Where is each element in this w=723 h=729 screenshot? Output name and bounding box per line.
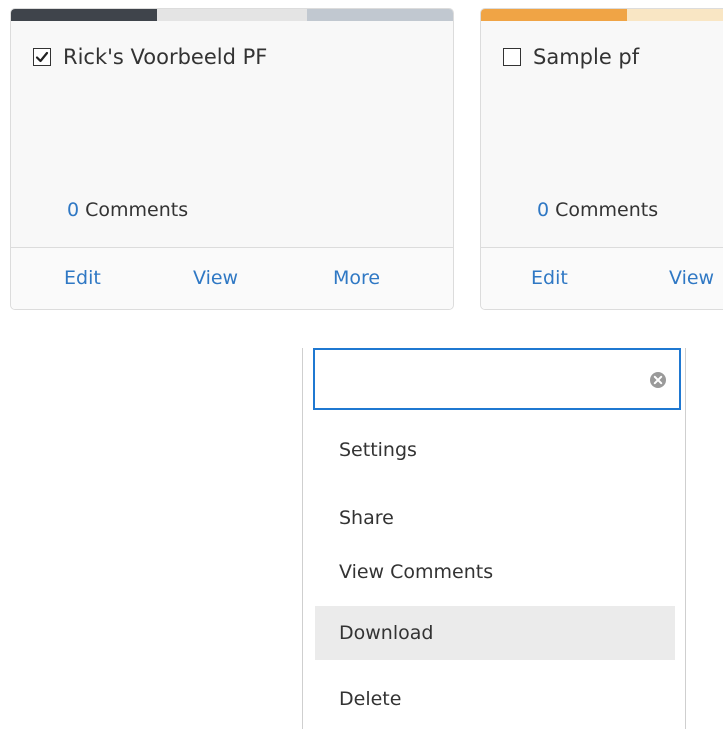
card-title-row: Rick's Voorbeeld PF	[33, 45, 267, 69]
menu-item-settings[interactable]: Settings	[315, 423, 675, 477]
comment-label: Comments	[549, 199, 659, 221]
menu-item-delete[interactable]: Delete	[315, 672, 675, 726]
color-bar-segment	[307, 9, 453, 21]
comment-label: Comments	[79, 199, 189, 221]
card-color-bar	[481, 9, 723, 21]
more-actions-menu: Settings Share View Comments Download De…	[302, 348, 686, 729]
color-bar-segment	[627, 9, 723, 21]
check-icon	[35, 51, 49, 63]
select-checkbox[interactable]	[503, 48, 521, 66]
card-footer: Edit View	[481, 247, 723, 309]
portfolio-card: Sample pf 0 Comments Edit View	[480, 8, 723, 310]
color-bar-segment	[11, 9, 157, 21]
card-title-row: Sample pf	[503, 45, 639, 69]
comment-count: 0	[67, 199, 80, 221]
portfolio-card: Rick's Voorbeeld PF 0 Comments Edit View…	[10, 8, 454, 310]
card-title: Rick's Voorbeeld PF	[63, 45, 268, 69]
menu-search-input[interactable]	[323, 358, 637, 402]
comments-link[interactable]: 0 Comments	[67, 199, 188, 221]
card-footer: Edit View More	[11, 247, 453, 309]
card-color-bar	[11, 9, 453, 21]
more-button[interactable]: More	[333, 267, 380, 289]
edit-button[interactable]: Edit	[531, 267, 568, 289]
color-bar-segment	[157, 9, 307, 21]
view-button[interactable]: View	[193, 267, 238, 289]
color-bar-segment	[481, 9, 627, 21]
view-button[interactable]: View	[669, 267, 714, 289]
menu-item-view-comments[interactable]: View Comments	[315, 545, 675, 599]
edit-button[interactable]: Edit	[64, 267, 101, 289]
comment-count: 0	[537, 199, 550, 221]
menu-search-box	[313, 348, 681, 410]
comments-link[interactable]: 0 Comments	[537, 199, 658, 221]
menu-item-download[interactable]: Download	[315, 606, 675, 660]
card-title: Sample pf	[533, 45, 640, 69]
select-checkbox[interactable]	[33, 48, 51, 66]
clear-icon[interactable]	[649, 371, 667, 389]
menu-item-share[interactable]: Share	[315, 491, 675, 545]
portfolio-grid: Rick's Voorbeeld PF 0 Comments Edit View…	[0, 0, 723, 729]
